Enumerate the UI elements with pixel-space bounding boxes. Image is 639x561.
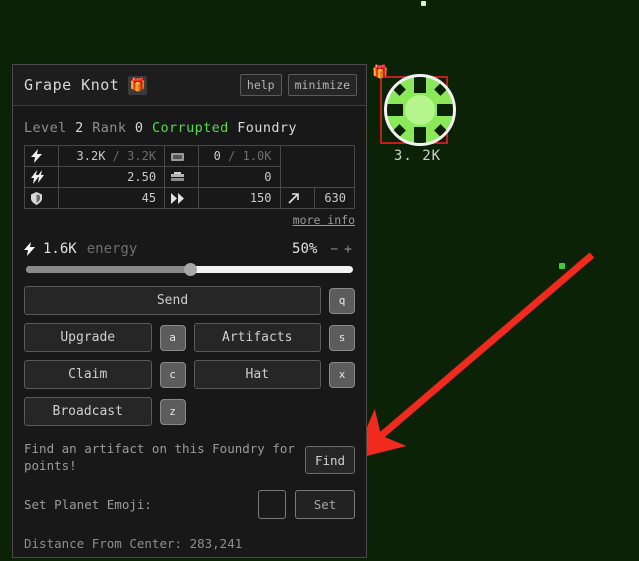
planet-notch-nw	[393, 83, 406, 96]
planet-notch-bottom	[414, 127, 426, 143]
find-button[interactable]: Find	[305, 446, 355, 474]
energy-growth-icon	[24, 166, 59, 188]
upgrade-shortcut-key[interactable]: a	[159, 324, 186, 351]
rank-label: Rank	[92, 120, 127, 136]
level-value: 2	[75, 120, 84, 136]
planet-notch-right	[437, 104, 453, 116]
send-shortcut-key[interactable]: q	[329, 287, 355, 314]
set-emoji-button[interactable]: Set	[295, 490, 355, 519]
more-info-link[interactable]: more info	[293, 213, 355, 227]
claim-shortcut-key[interactable]: c	[159, 361, 186, 388]
planet-context-pane: Grape Knot 🎁 help minimize Level 2 Rank …	[12, 64, 367, 558]
speed-icon	[164, 187, 200, 209]
planet-sphere[interactable]	[384, 74, 456, 146]
energy-decrease-button[interactable]: −	[327, 242, 341, 257]
action-row-1: Upgrade a Artifacts s	[24, 323, 355, 352]
speed-value: 150	[198, 187, 281, 209]
more-info-row: more info	[24, 212, 355, 227]
silver-sep: /	[228, 149, 236, 163]
planet-notch-sw	[393, 124, 406, 137]
broadcast-button[interactable]: Broadcast	[24, 397, 152, 426]
energy-send-row: 1.6K energy 50% − +	[24, 241, 355, 257]
energy-percent: 50%	[292, 241, 318, 257]
send-row: Send q	[24, 286, 355, 315]
planet-level-line: Level 2 Rank 0 Corrupted Foundry	[24, 120, 355, 136]
panel-body: Level 2 Rank 0 Corrupted Foundry 3.2K / …	[13, 106, 366, 551]
shield-defense-icon	[24, 187, 59, 209]
energy-current-max: 3.2K / 3.2K	[57, 145, 166, 167]
energy-current: 3.2K	[76, 149, 106, 163]
energy-max: 3.2K	[127, 149, 157, 163]
energy-label: energy	[86, 241, 138, 257]
range-icon	[279, 187, 315, 209]
table-row: 2.50 0	[24, 166, 355, 188]
planet-type: Foundry	[237, 120, 297, 136]
action-row-3: Broadcast z	[24, 397, 355, 426]
silver-growth-value: 0	[198, 166, 281, 188]
silver-coins-icon	[164, 145, 200, 167]
gift-icon: 🎁	[372, 65, 389, 80]
slider-fill	[26, 266, 190, 273]
slider-thumb[interactable]	[183, 263, 197, 276]
planet-notch-left	[387, 104, 403, 116]
silver-bar-icon	[164, 166, 200, 188]
planet-energy-label: 3. 2K	[393, 148, 442, 164]
hat-shortcut-key[interactable]: x	[329, 361, 355, 388]
star-dot	[559, 263, 565, 269]
silver-max: 1.0K	[242, 149, 272, 163]
minimize-button[interactable]: minimize	[287, 74, 357, 96]
planet-stats-table: 3.2K / 3.2K 0 / 1.0K 2.50 0 45 150 630	[24, 145, 356, 209]
selected-planet[interactable]: 🎁 3. 2K	[372, 65, 460, 166]
emoji-input[interactable]	[258, 490, 286, 519]
level-label: Level	[24, 120, 67, 136]
silver-current-max: 0 / 1.0K	[198, 145, 281, 167]
energy-bolt-icon	[24, 145, 59, 167]
upgrade-button[interactable]: Upgrade	[24, 323, 152, 352]
panel-title-bar: Grape Knot 🎁 help minimize	[13, 65, 366, 106]
planet-core	[405, 95, 435, 125]
send-button[interactable]: Send	[24, 286, 321, 315]
table-row: 3.2K / 3.2K 0 / 1.0K	[24, 145, 355, 167]
planet-notch-se	[434, 124, 447, 137]
page-title: Grape Knot	[24, 76, 120, 94]
defense-value: 45	[57, 187, 166, 209]
planet-notch-ne	[434, 83, 447, 96]
set-emoji-row: Set Planet Emoji: Set	[24, 490, 355, 519]
action-row-2: Claim c Hat x	[24, 360, 355, 389]
planet-notch-top	[414, 77, 426, 93]
broadcast-shortcut-key[interactable]: z	[159, 398, 186, 425]
energy-slider[interactable]	[26, 263, 353, 276]
energy-bolt-icon	[24, 241, 35, 257]
rank-value: 0	[134, 120, 144, 136]
artifacts-shortcut-key[interactable]: s	[329, 324, 355, 351]
find-description: Find an artifact on this Foundry for poi…	[24, 441, 295, 473]
energy-increase-button[interactable]: +	[341, 242, 355, 257]
distance-from-center: Distance From Center: 283,241	[24, 536, 243, 551]
energy-growth-value: 2.50	[57, 166, 166, 188]
help-button[interactable]: help	[239, 74, 282, 96]
claim-button[interactable]: Claim	[24, 360, 152, 389]
silver-current: 0	[213, 149, 221, 163]
corrupted-badge: Corrupted	[151, 120, 229, 136]
star-dot	[421, 1, 426, 6]
energy-sep: /	[112, 149, 120, 163]
set-emoji-label: Set Planet Emoji:	[24, 497, 152, 512]
hat-button[interactable]: Hat	[193, 360, 321, 389]
artifacts-button[interactable]: Artifacts	[193, 323, 321, 352]
gift-icon[interactable]: 🎁	[128, 75, 148, 95]
range-value: 630	[313, 187, 356, 209]
find-artifact-row: Find an artifact on this Foundry for poi…	[24, 440, 355, 474]
send-energy-amount: 1.6K	[43, 241, 77, 257]
table-row: 45 150 630	[24, 187, 356, 209]
